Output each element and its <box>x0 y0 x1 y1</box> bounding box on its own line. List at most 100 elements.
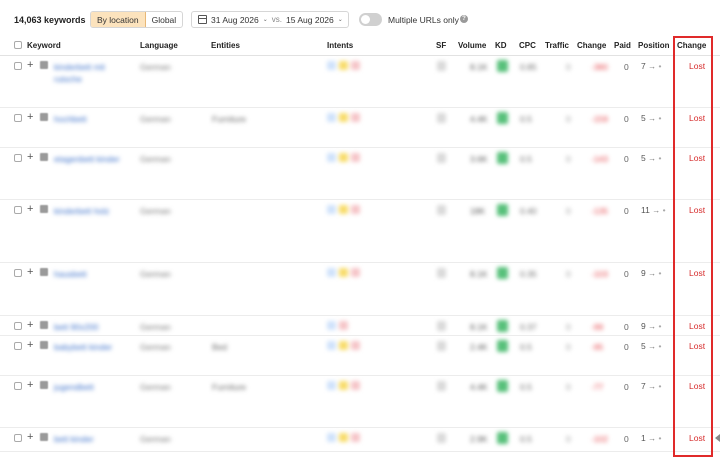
keyword-link[interactable]: hochbett <box>54 113 130 125</box>
add-keyword-icon[interactable]: + <box>27 151 33 163</box>
collapse-arrow-icon[interactable] <box>715 434 720 442</box>
add-keyword-icon[interactable]: + <box>27 339 33 351</box>
arrow-right-icon: → <box>648 322 657 331</box>
row-checkbox[interactable] <box>14 114 22 122</box>
help-icon[interactable]: ? <box>460 15 468 23</box>
intent-blue-badge <box>327 205 336 214</box>
table-row[interactable]: + jugendbett German Furniture 4.4K 0.5 0… <box>0 376 720 428</box>
date-range-picker[interactable]: 31 Aug 2026 ⌄ vs. 15 Aug 2026 ⌄ <box>191 11 349 28</box>
multiple-urls-label: Multiple URLs only <box>388 15 459 25</box>
sf-badge <box>437 153 446 163</box>
table-row[interactable]: + hochbett German Furniture 4.4K 0.5 0 -… <box>0 108 720 148</box>
multiple-urls-toggle[interactable] <box>359 13 382 26</box>
col-keyword[interactable]: Keyword <box>27 41 61 50</box>
dot-icon: • <box>658 433 662 443</box>
row-checkbox[interactable] <box>14 206 22 214</box>
add-keyword-icon[interactable]: + <box>27 379 33 391</box>
kd-badge <box>497 267 508 279</box>
col-volume[interactable]: Volume <box>458 41 486 50</box>
keyword-link[interactable]: jugendbett <box>54 381 130 393</box>
traffic-cell: 0 <box>566 434 571 444</box>
sf-badge <box>437 381 446 391</box>
position-value: 9 <box>641 268 646 278</box>
position-cell: 9 → • <box>641 268 661 278</box>
keyword-count: 14,063 keywords <box>14 15 86 25</box>
position-cell: 5 → • <box>641 113 661 123</box>
global-button[interactable]: Global <box>146 12 183 27</box>
col-paid[interactable]: Paid <box>614 41 631 50</box>
kd-badge <box>497 204 508 216</box>
add-keyword-icon[interactable]: + <box>27 111 33 123</box>
table-row[interactable]: + hausbett German 8.1K 0.35 0 -103 0 9 →… <box>0 263 720 316</box>
table-row[interactable]: + kinderbett mit rutsche German 8.1K 0.8… <box>0 56 720 108</box>
language-cell: German <box>140 269 171 279</box>
cpc-cell: 0.40 <box>520 206 537 216</box>
row-checkbox[interactable] <box>14 269 22 277</box>
cpc-cell: 0.35 <box>520 269 537 279</box>
traffic-change-cell: -102 <box>591 434 609 444</box>
paid-cell: 0 <box>624 62 629 72</box>
row-checkbox[interactable] <box>14 62 22 70</box>
add-keyword-icon[interactable]: + <box>27 431 33 443</box>
col-position[interactable]: Position <box>638 41 670 50</box>
table-row[interactable]: + etagenbett kinder German 3.6K 0.5 0 -1… <box>0 148 720 200</box>
add-keyword-icon[interactable]: + <box>27 266 33 278</box>
position-cell: 9 → • <box>641 321 661 331</box>
keyword-link[interactable]: hausbett <box>54 268 130 280</box>
traffic-change-cell: -380 <box>591 62 609 72</box>
dot-icon: • <box>658 61 662 71</box>
by-location-button[interactable]: By location <box>91 12 146 27</box>
keyword-link[interactable]: bett 90x200 <box>54 321 130 333</box>
col-traffic[interactable]: Traffic <box>545 41 569 50</box>
keyword-link[interactable]: kinderbett mit rutsche <box>54 61 130 85</box>
intent-badges <box>327 341 360 350</box>
table-row[interactable]: + kinderbett holz German 18K 0.40 0 -135… <box>0 200 720 263</box>
intent-yellow-badge <box>339 268 348 277</box>
traffic-change-cell: -143 <box>591 154 609 164</box>
keyword-link[interactable]: kinderbett holz <box>54 205 130 217</box>
col-language[interactable]: Language <box>140 41 178 50</box>
col-intents[interactable]: Intents <box>327 41 353 50</box>
add-keyword-icon[interactable]: + <box>27 319 33 331</box>
col-sf[interactable]: SF <box>436 41 446 50</box>
intent-yellow-badge <box>339 341 348 350</box>
change-column-highlight <box>673 36 713 457</box>
language-cell: German <box>140 206 171 216</box>
arrow-right-icon: → <box>648 382 657 391</box>
table-row[interactable]: + babybett kinder German Bed 2.4K 0.5 0 … <box>0 336 720 376</box>
row-checkbox[interactable] <box>14 342 22 350</box>
language-cell: German <box>140 154 171 164</box>
col-entities[interactable]: Entities <box>211 41 240 50</box>
table-row[interactable]: + bett kinder German 2.9K 0.5 0 -102 0 1… <box>0 428 720 452</box>
col-change[interactable]: Change <box>577 41 606 50</box>
intent-blue-badge <box>327 268 336 277</box>
table-row[interactable]: + bett 90x200 German 8.1K 0.37 0 -99 0 9… <box>0 316 720 336</box>
intent-badges <box>327 153 360 162</box>
intent-blue-badge <box>327 341 336 350</box>
row-checkbox[interactable] <box>14 154 22 162</box>
keyword-link[interactable]: etagenbett kinder <box>54 153 130 165</box>
position-value: 1 <box>641 433 646 443</box>
intent-red-badge <box>351 381 360 390</box>
traffic-change-cell: -103 <box>591 269 609 279</box>
add-keyword-icon[interactable]: + <box>27 59 33 71</box>
sf-badge <box>437 61 446 71</box>
keyword-link[interactable]: babybett kinder <box>54 341 130 353</box>
col-cpc[interactable]: CPC <box>519 41 536 50</box>
keyword-link[interactable]: bett kinder <box>54 433 130 445</box>
paid-cell: 0 <box>624 382 629 392</box>
entities-cell: Furniture <box>212 382 247 392</box>
intent-yellow-badge <box>339 61 348 70</box>
select-all-checkbox[interactable] <box>14 41 22 49</box>
position-value: 5 <box>641 113 646 123</box>
serp-feature-icon <box>40 113 48 121</box>
add-keyword-icon[interactable]: + <box>27 203 33 215</box>
position-cell: 7 → • <box>641 381 661 391</box>
row-checkbox[interactable] <box>14 322 22 330</box>
kd-badge <box>497 112 508 124</box>
position-cell: 11 → • <box>641 205 666 215</box>
cpc-cell: 0.37 <box>520 322 537 332</box>
row-checkbox[interactable] <box>14 382 22 390</box>
col-kd[interactable]: KD <box>495 41 507 50</box>
row-checkbox[interactable] <box>14 434 22 442</box>
